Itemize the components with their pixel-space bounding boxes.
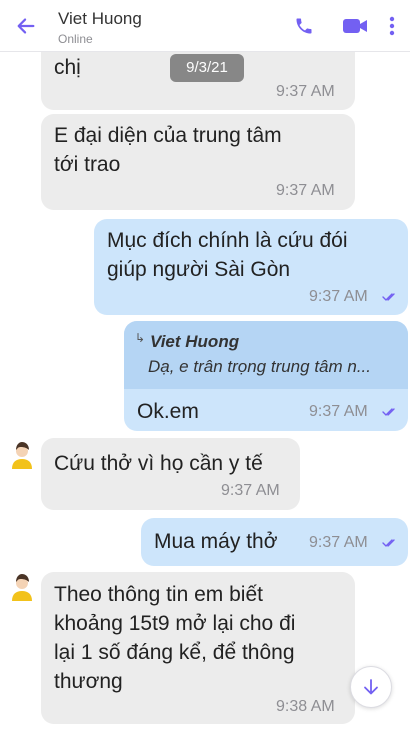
message-text-line: lại 1 số đáng kể, để thông — [54, 641, 295, 664]
phone-icon — [296, 18, 312, 34]
message-time: 9:37 AM — [309, 403, 368, 420]
contact-name[interactable]: Viet Huong — [58, 9, 142, 29]
message-text-line: E đại diện của trung tâm — [54, 124, 282, 147]
message-time: 9:37 AM — [309, 288, 368, 305]
more-vertical-icon — [389, 16, 395, 36]
video-camera-icon — [343, 19, 367, 33]
video-call-button[interactable] — [340, 12, 370, 40]
message-text: Mua máy thở — [154, 530, 278, 553]
read-receipt-icon — [382, 539, 395, 547]
message-text: Cứu thở vì họ cần y tế — [54, 452, 263, 475]
message-time: 9:38 AM — [276, 698, 335, 715]
message-text: chị — [54, 56, 81, 79]
read-receipt-icon — [382, 293, 395, 301]
arrow-down-icon — [364, 679, 378, 695]
call-button[interactable] — [290, 12, 318, 40]
chat-header: Viet Huong Online — [0, 0, 410, 52]
message-time: 9:37 AM — [221, 482, 280, 499]
message-text: Ok.em — [137, 400, 199, 423]
back-button[interactable] — [12, 12, 40, 40]
message-text-line: thương — [54, 670, 123, 693]
contact-status: Online — [58, 32, 93, 46]
reply-arrow-icon: ↳ — [135, 331, 146, 345]
message-text-line: khoảng 15t9 mở lại cho đi — [54, 612, 296, 635]
message-time: 9:37 AM — [276, 83, 335, 100]
scroll-to-bottom-button[interactable] — [350, 666, 392, 708]
contact-avatar[interactable] — [6, 439, 38, 471]
quoted-author: Viet Huong — [150, 332, 240, 351]
message-text-line: Theo thông tin em biết — [54, 583, 263, 606]
message-text-line: Mục đích chính là cứu đói — [107, 229, 348, 252]
read-receipt-icon — [382, 408, 395, 416]
message-time: 9:37 AM — [276, 182, 335, 199]
chat-screen: Viet Huong Online chị 9:37 AM 9/3/21 E đ… — [0, 0, 410, 733]
quoted-text: Dạ, e trân trọng trung tâm n... — [148, 357, 372, 376]
message-time: 9:37 AM — [309, 534, 368, 551]
date-separator: 9/3/21 — [170, 54, 244, 82]
back-arrow-icon — [17, 18, 35, 34]
message-text-line: giúp người Sài Gòn — [107, 258, 291, 281]
message-text-line: tới trao — [54, 153, 121, 176]
contact-avatar[interactable] — [6, 571, 38, 603]
more-options-button[interactable] — [382, 12, 402, 40]
